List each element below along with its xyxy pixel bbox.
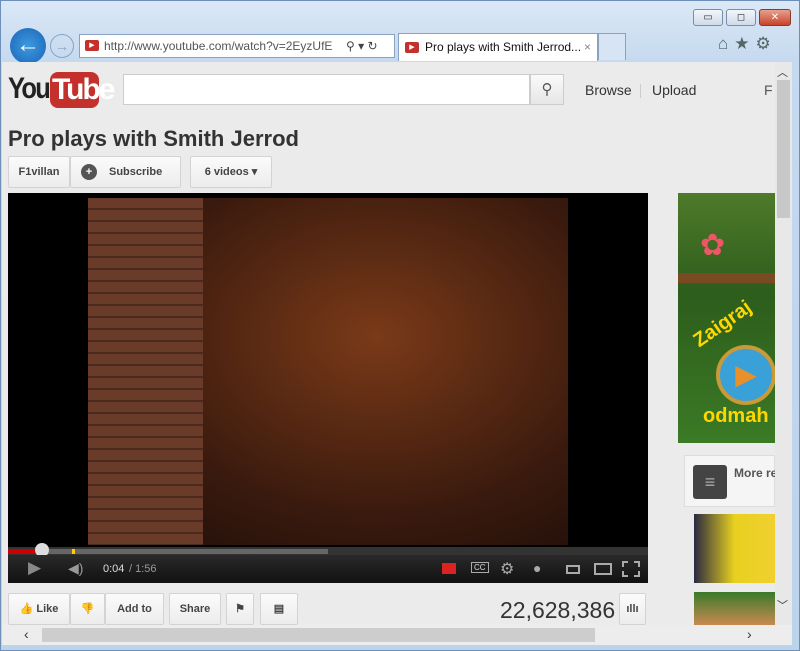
forward-button[interactable]: → <box>50 34 74 58</box>
tab-active[interactable]: ▶ Pro plays with Smith Jerrod... × <box>398 33 598 61</box>
scroll-left-icon[interactable]: ‹ <box>24 626 29 642</box>
volume-icon[interactable]: ◀) <box>68 560 83 577</box>
annotations-icon[interactable] <box>442 563 456 574</box>
like-label: Like <box>36 603 59 615</box>
search-refresh-icons[interactable]: ⚲ ▾ ↻ <box>342 35 394 57</box>
search-icon: ⚲ <box>541 81 553 98</box>
ad-text-bottom: odmah <box>703 405 769 427</box>
watch-later-icon[interactable]: ● <box>533 560 541 576</box>
logo[interactable]: You <box>8 72 51 106</box>
progress-bar[interactable] <box>8 543 648 557</box>
videos-label: 6 videos <box>204 166 249 178</box>
cut-link[interactable]: F <box>764 82 773 98</box>
brick-wall <box>88 198 203 545</box>
tab-title: Pro plays with Smith Jerrod... <box>425 40 582 54</box>
thumbs-down-icon: 👎 <box>80 603 95 615</box>
tab-close-icon[interactable]: × <box>584 34 591 60</box>
url-text: http://www.youtube.com/watch?v=2EyzUfE <box>104 39 333 53</box>
menu-icon: ≡ <box>693 465 727 499</box>
site-favicon-icon: ▶ <box>85 40 99 51</box>
scroll-down-icon[interactable]: ﹀ <box>777 597 788 613</box>
video-thumbnail[interactable] <box>694 592 775 625</box>
videos-dropdown[interactable]: 6 videos ▾ <box>190 156 272 188</box>
restore-button[interactable]: ◻ <box>726 9 756 26</box>
fence <box>678 273 775 283</box>
transcript-button[interactable]: ▤ <box>260 593 298 625</box>
video-thumbnail[interactable] <box>694 514 775 583</box>
address-bar[interactable]: ▶ http://www.youtube.com/watch?v=2EyzUfE… <box>79 34 395 58</box>
more-label: More re <box>734 466 778 480</box>
stats-button[interactable]: ıllı <box>619 593 646 625</box>
nav-divider <box>640 84 641 98</box>
back-button[interactable]: ← <box>10 28 46 64</box>
tab-favicon-icon: ▶ <box>405 42 419 53</box>
search-input[interactable] <box>123 74 530 105</box>
share-button[interactable]: Share <box>169 593 221 625</box>
view-count: 22,628,386 <box>500 597 616 623</box>
plus-icon: + <box>81 164 97 180</box>
browse-link[interactable]: Browse <box>585 82 632 98</box>
small-player-icon[interactable] <box>566 565 580 574</box>
more-panel[interactable]: ≡ More re <box>684 455 778 507</box>
minimize-button[interactable]: ▭ <box>693 9 723 26</box>
current-time: 0:04 <box>103 563 125 575</box>
transcript-icon: ▤ <box>273 603 285 615</box>
duration: / 1:56 <box>129 563 157 575</box>
subscribe-label: Subscribe <box>109 166 163 178</box>
settings-icon[interactable]: ⚙ <box>500 559 514 579</box>
new-tab-button[interactable] <box>598 33 626 60</box>
home-favorites-settings-icons[interactable]: ⌂★⚙ <box>718 34 777 54</box>
control-bar: ▶ ◀) 0:04 / 1:56 CC ⚙ ● <box>8 555 648 583</box>
buffered-bar <box>8 549 328 554</box>
video-frame <box>88 198 568 545</box>
scroll-up-icon[interactable]: ︿ <box>777 64 788 80</box>
stats-icon: ıllı <box>626 603 639 615</box>
add-to-button[interactable]: Add to <box>105 593 164 625</box>
video-title: Pro plays with Smith Jerrod <box>8 126 299 151</box>
scroll-thumb[interactable] <box>777 80 790 218</box>
hscroll-thumb[interactable] <box>42 628 595 642</box>
upload-link[interactable]: Upload <box>652 82 696 98</box>
dislike-button[interactable]: 👎 <box>70 593 105 625</box>
search-button[interactable]: ⚲ <box>530 74 564 105</box>
video-player[interactable]: ▶ ◀) 0:04 / 1:56 CC ⚙ ● <box>8 193 648 583</box>
vertical-scrollbar[interactable]: ︿ ﹀ <box>775 62 792 625</box>
ad-play-icon: ▶ <box>716 345 775 405</box>
play-icon[interactable]: ▶ <box>28 558 41 578</box>
flag-button[interactable]: ⚑ <box>226 593 254 625</box>
ad-banner[interactable]: ✿ Zaigraj ▶ odmah <box>678 193 775 443</box>
cc-icon[interactable]: CC <box>471 562 489 573</box>
close-window-button[interactable]: ✕ <box>759 9 791 26</box>
butterfly-icon: ✿ <box>700 229 726 262</box>
scroll-right-icon[interactable]: › <box>747 626 752 642</box>
subscribe-button[interactable]: + Subscribe <box>70 156 181 188</box>
fullscreen-icon[interactable] <box>622 561 640 577</box>
logo-tube[interactable]: Tube <box>50 72 115 108</box>
large-player-icon[interactable] <box>594 563 612 575</box>
channel-button[interactable]: F1villan <box>8 156 70 188</box>
caret-down-icon: ▾ <box>251 166 258 178</box>
marker <box>72 549 75 554</box>
like-button[interactable]: 👍 Like <box>8 593 70 625</box>
flag-icon: ⚑ <box>235 603 245 615</box>
horizontal-scrollbar[interactable]: ‹ › <box>2 625 792 645</box>
thumbs-up-icon: 👍 <box>19 603 34 615</box>
